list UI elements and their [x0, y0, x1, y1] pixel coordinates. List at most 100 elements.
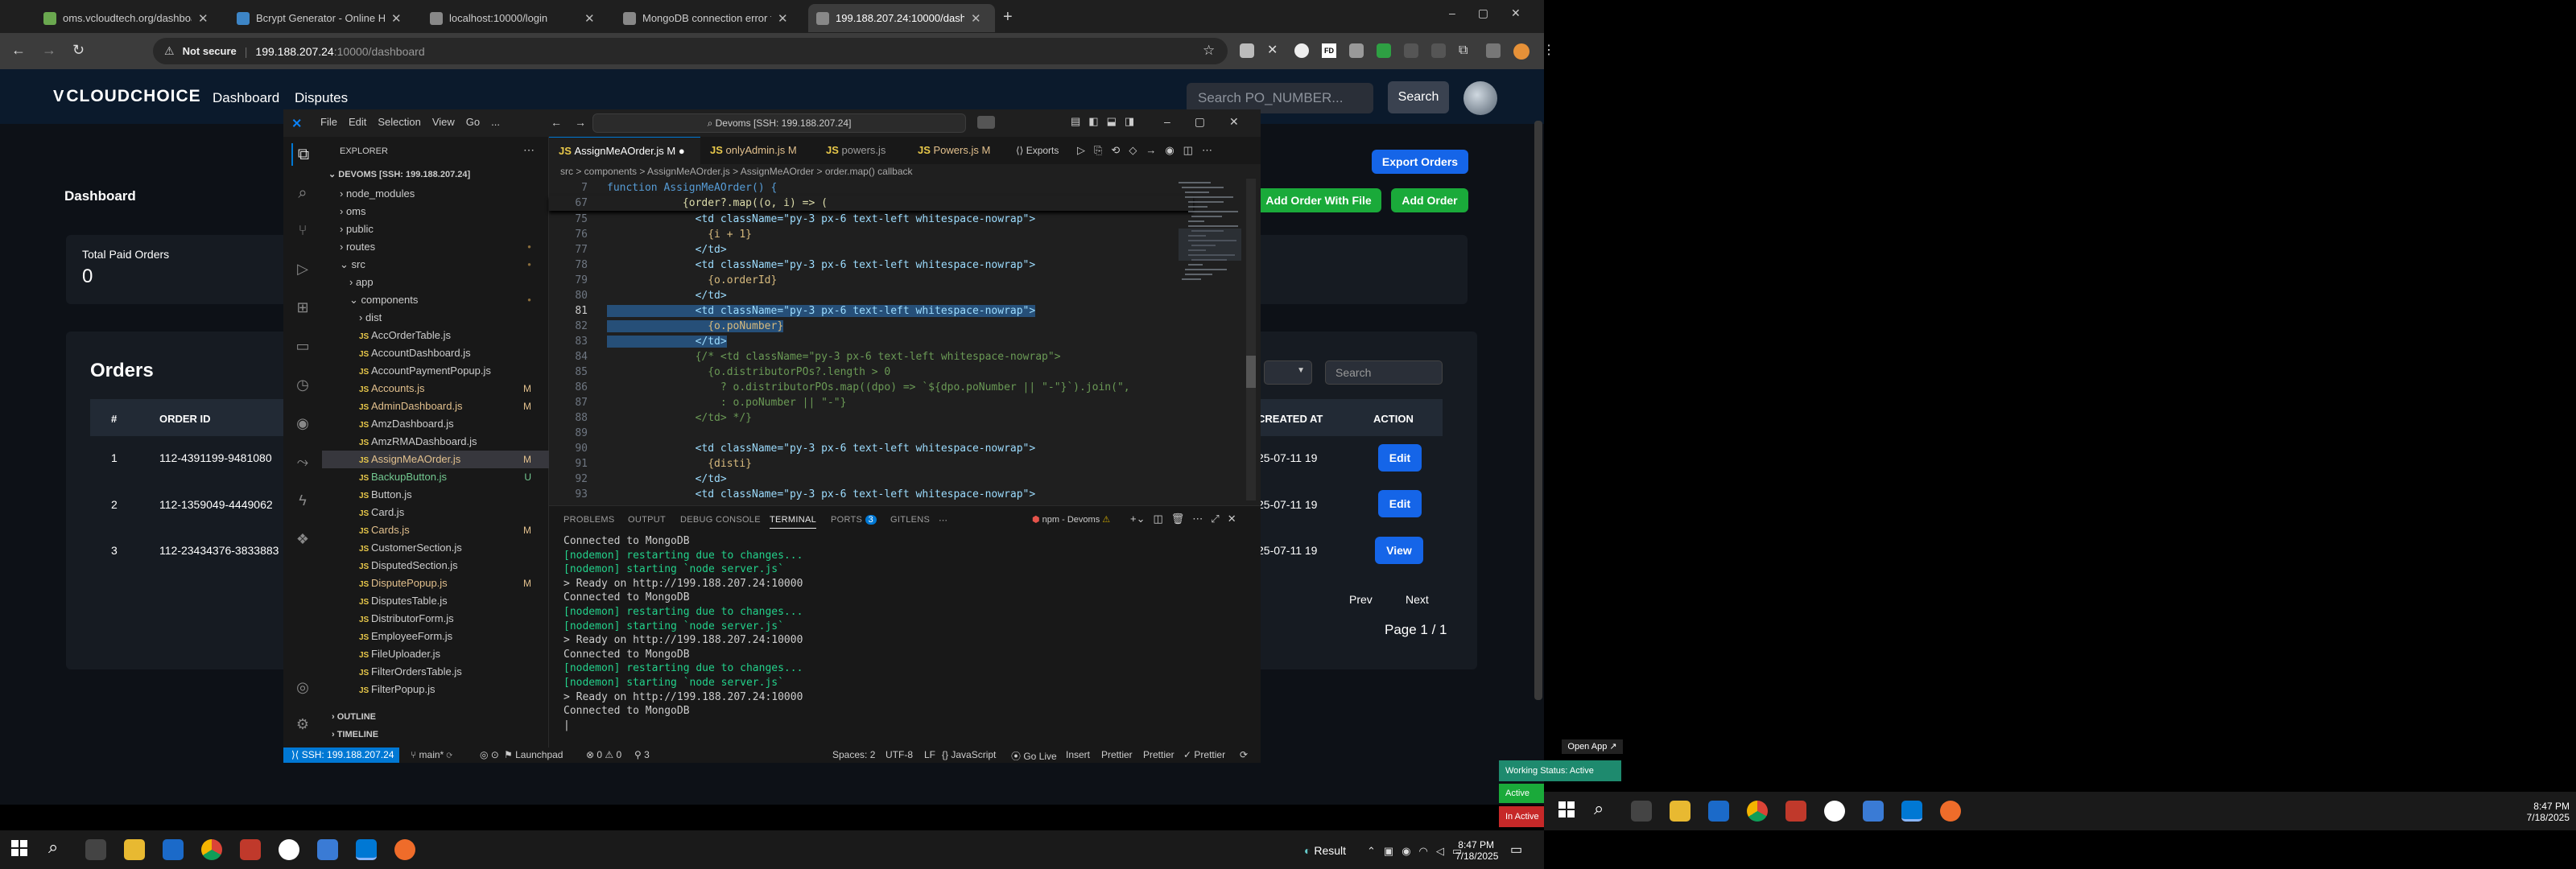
- app-blue-icon[interactable]: [317, 839, 338, 860]
- code-line[interactable]: 89: [549, 426, 1193, 441]
- explorer-more-icon[interactable]: ⋯: [523, 143, 535, 157]
- bookmark-star-icon[interactable]: ☆: [1203, 43, 1215, 59]
- code-line[interactable]: 80 </td>: [549, 288, 1193, 303]
- tree-folder[interactable]: › routes ●: [322, 238, 549, 256]
- next-change-icon[interactable]: →: [1146, 144, 1156, 157]
- vscode-taskbar-icon[interactable]: [1901, 801, 1922, 822]
- tab-debug-console[interactable]: DEBUG CONSOLE: [680, 515, 761, 525]
- tree-file[interactable]: JS Card.js: [322, 504, 549, 521]
- forward-icon[interactable]: →: [42, 42, 56, 59]
- orders-filter-search[interactable]: Search: [1325, 360, 1443, 385]
- tree-file[interactable]: JS DistributorForm.js: [322, 610, 549, 628]
- address-bar[interactable]: ⚠ Not secure | 199.188.207.24:10000/dash…: [153, 38, 1228, 64]
- nav-history-arrows[interactable]: ←→: [551, 116, 599, 129]
- layout-icon[interactable]: ▤: [1071, 115, 1080, 128]
- command-center[interactable]: ⌕ Devoms [SSH: 199.188.207.24]: [592, 113, 966, 133]
- trash-icon[interactable]: 🗑: [1171, 513, 1185, 525]
- browser-tab-5-active[interactable]: 199.188.207.24:10000/dashboard ✕: [808, 4, 995, 32]
- prettier-status-1[interactable]: Prettier: [1101, 749, 1133, 760]
- code-line[interactable]: 81 <td className="py-3 px-6 text-left wh…: [549, 303, 1193, 319]
- menu-file[interactable]: File: [320, 116, 337, 128]
- open-app-button[interactable]: Open App ↗: [1562, 739, 1623, 754]
- view-button[interactable]: View: [1375, 537, 1423, 564]
- extensions-icon[interactable]: ⊞: [291, 296, 314, 319]
- menu-selection[interactable]: Selection: [378, 116, 420, 128]
- panel-toggle-icon[interactable]: ⬓: [1107, 115, 1117, 128]
- file-explorer-icon[interactable]: [1670, 801, 1690, 822]
- gitlens-status[interactable]: ◎ ⊙: [480, 749, 499, 760]
- encoding-status[interactable]: UTF-8: [886, 749, 913, 760]
- add-order-with-file-button[interactable]: Add Order With File: [1256, 188, 1381, 212]
- tree-file[interactable]: JS BackupButton.js U: [322, 468, 549, 486]
- live-icon[interactable]: ◉: [1165, 144, 1174, 157]
- chrome-icon[interactable]: [201, 839, 222, 860]
- start-windows-icon[interactable]: [11, 840, 27, 856]
- search-icon[interactable]: ⌕: [291, 182, 314, 204]
- tree-file[interactable]: JS DisputePopup.js M: [322, 575, 549, 592]
- editor-scrollbar[interactable]: [1246, 179, 1256, 500]
- source-control-icon[interactable]: ⑂: [291, 219, 314, 241]
- task-view-icon[interactable]: [1631, 801, 1652, 822]
- add-order-button[interactable]: Add Order: [1391, 188, 1468, 212]
- editor-tab-powers-lower[interactable]: JS powers.js: [816, 137, 908, 164]
- ports-status[interactable]: ⚲ 3: [634, 749, 650, 760]
- code-line[interactable]: 86 ? o.distributorPOs.map((dpo) => `${dp…: [549, 380, 1193, 395]
- tree-file[interactable]: JS Button.js: [322, 486, 549, 504]
- tree-file[interactable]: JS AmzRMADashboard.js: [322, 433, 549, 451]
- profile-avatar-icon[interactable]: [1513, 43, 1530, 60]
- tree-file[interactable]: JS AmzDashboard.js: [322, 415, 549, 433]
- anydesk-icon[interactable]: [1785, 801, 1806, 822]
- minimap[interactable]: [1179, 179, 1241, 340]
- more-actions-icon[interactable]: ⋯: [1192, 513, 1203, 525]
- close-tab-icon[interactable]: ✕: [198, 11, 208, 26]
- code-line[interactable]: 90 <td className="py-3 px-6 text-left wh…: [549, 441, 1193, 456]
- clock-left[interactable]: 8:47 PM 7/18/2025: [1455, 839, 1498, 862]
- prettier-status-3[interactable]: ✓ Prettier: [1183, 749, 1225, 760]
- breadcrumb[interactable]: src > components > AssignMeAOrder.js > A…: [560, 166, 913, 177]
- result-widget[interactable]: ◐ Result: [1304, 844, 1346, 857]
- file-explorer-icon[interactable]: [124, 839, 145, 860]
- tab-problems[interactable]: PROBLEMS: [564, 515, 615, 525]
- search-icon[interactable]: ⌕: [48, 837, 58, 858]
- puzzle-icon[interactable]: ⧉: [1459, 43, 1473, 58]
- scrollbar-thumb[interactable]: [1246, 356, 1256, 388]
- menu-kebab-icon[interactable]: ⋮: [1542, 43, 1557, 58]
- active-button[interactable]: Active: [1499, 784, 1544, 803]
- insert-mode-status[interactable]: Insert: [1066, 749, 1090, 760]
- lightning-icon[interactable]: ϟ: [291, 489, 314, 512]
- code-line[interactable]: 84 {/* <td className="py-3 px-6 text-lef…: [549, 349, 1193, 364]
- split-editor-icon[interactable]: ◫: [1183, 144, 1193, 157]
- split-terminal-icon[interactable]: ◫: [1153, 513, 1162, 525]
- search-icon[interactable]: ⌕: [1594, 798, 1604, 819]
- extension-icon[interactable]: [1349, 43, 1364, 58]
- tab-terminal[interactable]: TERMINAL: [770, 515, 817, 529]
- notifications-icon[interactable]: ⟳: [1240, 749, 1248, 760]
- editor-tab-powers[interactable]: JS Powers.js M: [908, 137, 1009, 164]
- account-icon[interactable]: ◎: [291, 676, 314, 698]
- edit-button[interactable]: Edit: [1378, 490, 1422, 517]
- tree-file[interactable]: JS AccOrderTable.js: [322, 327, 549, 344]
- notifications-icon[interactable]: ▭: [1510, 842, 1522, 858]
- export-orders-button[interactable]: Export Orders: [1372, 150, 1468, 174]
- app-circle-icon[interactable]: [279, 839, 299, 860]
- tree-file[interactable]: JS DisputesTable.js: [322, 592, 549, 610]
- reload-icon[interactable]: ↻: [72, 42, 85, 59]
- code-line[interactable]: 82 {o.poNumber}: [549, 319, 1193, 334]
- close-tab-icon[interactable]: ✕: [971, 11, 981, 26]
- code-line[interactable]: 78 <td className="py-3 px-6 text-left wh…: [549, 257, 1193, 273]
- tree-folder[interactable]: › node_modules: [322, 185, 549, 203]
- tree-folder[interactable]: ⌄ src ●: [322, 256, 549, 274]
- settings-gear-icon[interactable]: ⚙: [291, 713, 314, 735]
- fd-extension-icon[interactable]: FD: [1322, 43, 1336, 58]
- close-tab-icon[interactable]: ✕: [391, 11, 402, 26]
- tree-file[interactable]: JS FilterPopup.js: [322, 681, 549, 698]
- problems-status[interactable]: ⊗ 0 ⚠ 0: [586, 749, 621, 760]
- tree-file[interactable]: JS Cards.js M: [322, 521, 549, 539]
- export-gitlens-label[interactable]: ⟨⟩ Exports: [1016, 145, 1059, 156]
- sidepanel-icon[interactable]: [1486, 43, 1501, 58]
- prev-change-icon[interactable]: ◇: [1129, 144, 1137, 157]
- code-line[interactable]: 85 {o.distributorPOs?.length > 0: [549, 364, 1193, 380]
- incognito-icon[interactable]: [1240, 43, 1254, 58]
- browser-tab-4[interactable]: MongoDB connection error fix ✕: [615, 4, 802, 32]
- indent-status[interactable]: Spaces: 2: [832, 749, 875, 760]
